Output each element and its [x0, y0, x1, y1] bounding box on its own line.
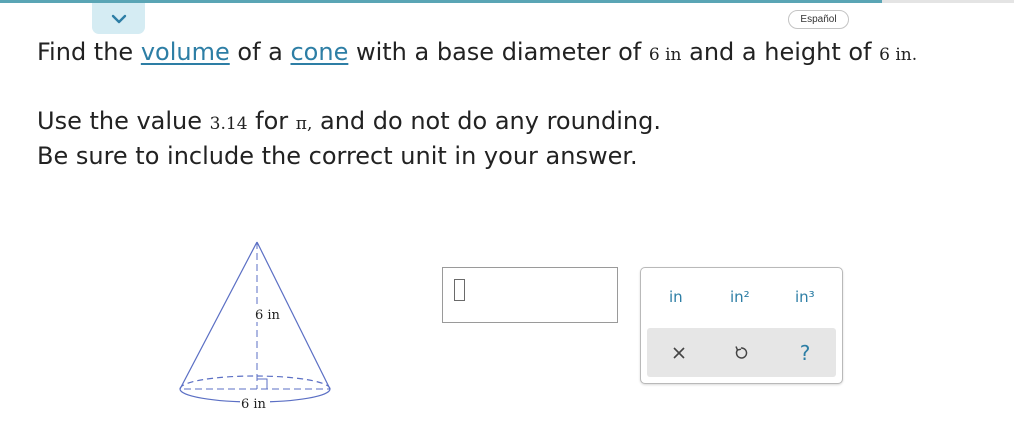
chevron-down-icon — [111, 14, 126, 23]
undo-icon — [735, 345, 748, 359]
clear-button[interactable] — [661, 328, 697, 377]
cone-base-back — [179, 375, 331, 390]
answer-input[interactable] — [442, 267, 618, 323]
question-line-2: Use the value 3.14 for π, and do not do … — [37, 107, 661, 135]
close-icon — [673, 346, 685, 359]
keypad-action-row: ? — [647, 328, 836, 377]
pi-value: 3.14 — [209, 114, 248, 134]
right-angle-marker — [257, 378, 268, 389]
top-bar-track — [882, 0, 1014, 3]
pi-symbol: π, — [295, 114, 313, 134]
unit-button-in-cubed[interactable]: in³ — [795, 288, 815, 306]
language-toggle-button[interactable]: Español — [788, 10, 849, 29]
height-value: 6 in. — [879, 45, 918, 65]
help-button[interactable]: ? — [787, 328, 823, 377]
unit-button-in[interactable]: in — [669, 288, 683, 306]
diameter-label: 6 in — [241, 397, 267, 412]
question-line-1: Find the volume of a cone with a base di… — [37, 38, 918, 66]
question-line-3: Be sure to include the correct unit in y… — [37, 142, 638, 170]
height-label: 6 in — [255, 308, 281, 323]
volume-link[interactable]: volume — [141, 38, 230, 66]
collapse-button[interactable] — [92, 3, 145, 34]
unit-keypad: in in² in³ ? — [640, 267, 843, 384]
cone-left-edge — [179, 241, 258, 390]
cone-link[interactable]: cone — [290, 38, 348, 66]
unit-button-in-squared[interactable]: in² — [730, 288, 750, 306]
cone-figure: 6 in 6 in — [179, 241, 331, 412]
input-cursor-placeholder — [454, 279, 465, 301]
undo-button[interactable] — [723, 328, 759, 377]
diameter-value: 6 in — [648, 45, 682, 65]
